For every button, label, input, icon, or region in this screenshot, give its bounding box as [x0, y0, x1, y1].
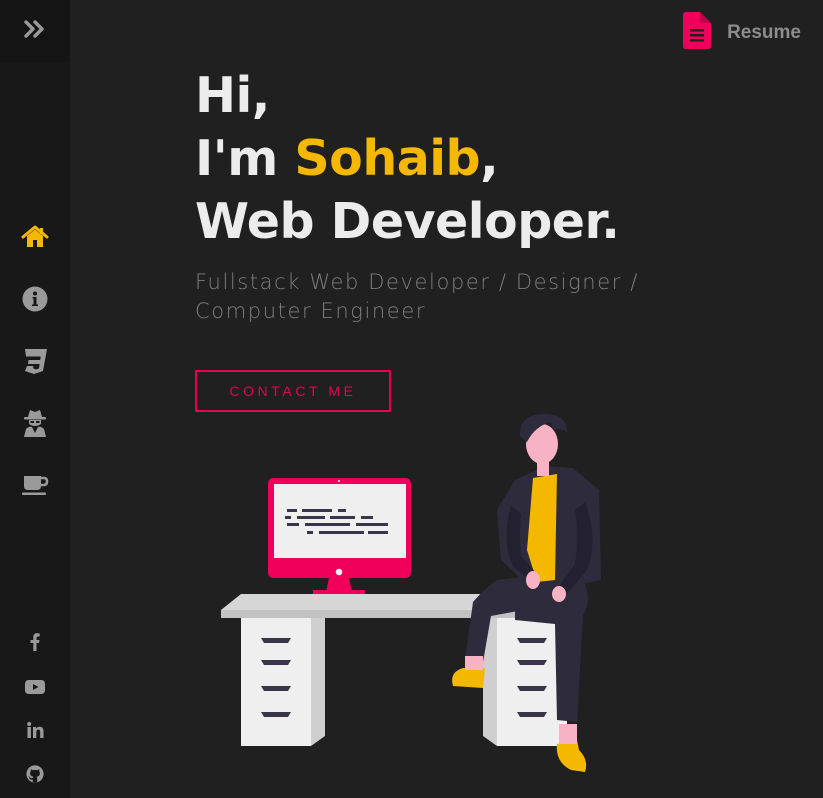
document-icon — [683, 12, 712, 53]
sidebar-nav — [0, 208, 70, 518]
facebook-icon — [30, 633, 40, 655]
sidebar — [0, 0, 70, 798]
developer-name: Sohaib — [294, 130, 481, 187]
linkedin-link[interactable] — [0, 710, 70, 754]
youtube-link[interactable] — [0, 666, 70, 710]
github-icon — [26, 765, 44, 787]
social-links — [0, 622, 70, 798]
greeting-line: Hi, — [195, 67, 270, 124]
resume-link[interactable]: Resume — [683, 12, 801, 53]
css3-icon — [22, 348, 48, 378]
intro-suffix: , — [480, 130, 499, 187]
user-secret-icon — [23, 409, 47, 441]
linkedin-icon — [26, 722, 44, 742]
intro-line: I'm Sohaib, — [195, 127, 619, 190]
resume-label: Resume — [727, 21, 801, 43]
facebook-link[interactable] — [0, 622, 70, 666]
youtube-icon — [25, 679, 45, 698]
github-link[interactable] — [0, 754, 70, 798]
chevrons-right-icon — [24, 20, 46, 42]
contact-me-button[interactable]: CONTACT ME — [195, 370, 391, 412]
sidebar-toggle-button[interactable] — [0, 0, 70, 62]
sidebar-item-skills[interactable] — [0, 332, 70, 394]
sidebar-item-coffee[interactable] — [0, 456, 70, 518]
home-icon — [21, 225, 49, 253]
hero-heading: Hi, I'm Sohaib, Web Developer. — [195, 64, 620, 253]
coffee-icon — [21, 474, 49, 500]
info-icon — [22, 286, 48, 316]
developer-illustration — [215, 410, 615, 784]
sidebar-item-hacker[interactable] — [0, 394, 70, 456]
role-line: Web Developer. — [195, 193, 620, 250]
intro-prefix: I'm — [195, 130, 295, 187]
hero-subtitle: Fullstack Web Developer / Designer / Com… — [195, 270, 639, 323]
sidebar-item-about[interactable] — [0, 270, 70, 332]
sidebar-item-home[interactable] — [0, 208, 70, 270]
